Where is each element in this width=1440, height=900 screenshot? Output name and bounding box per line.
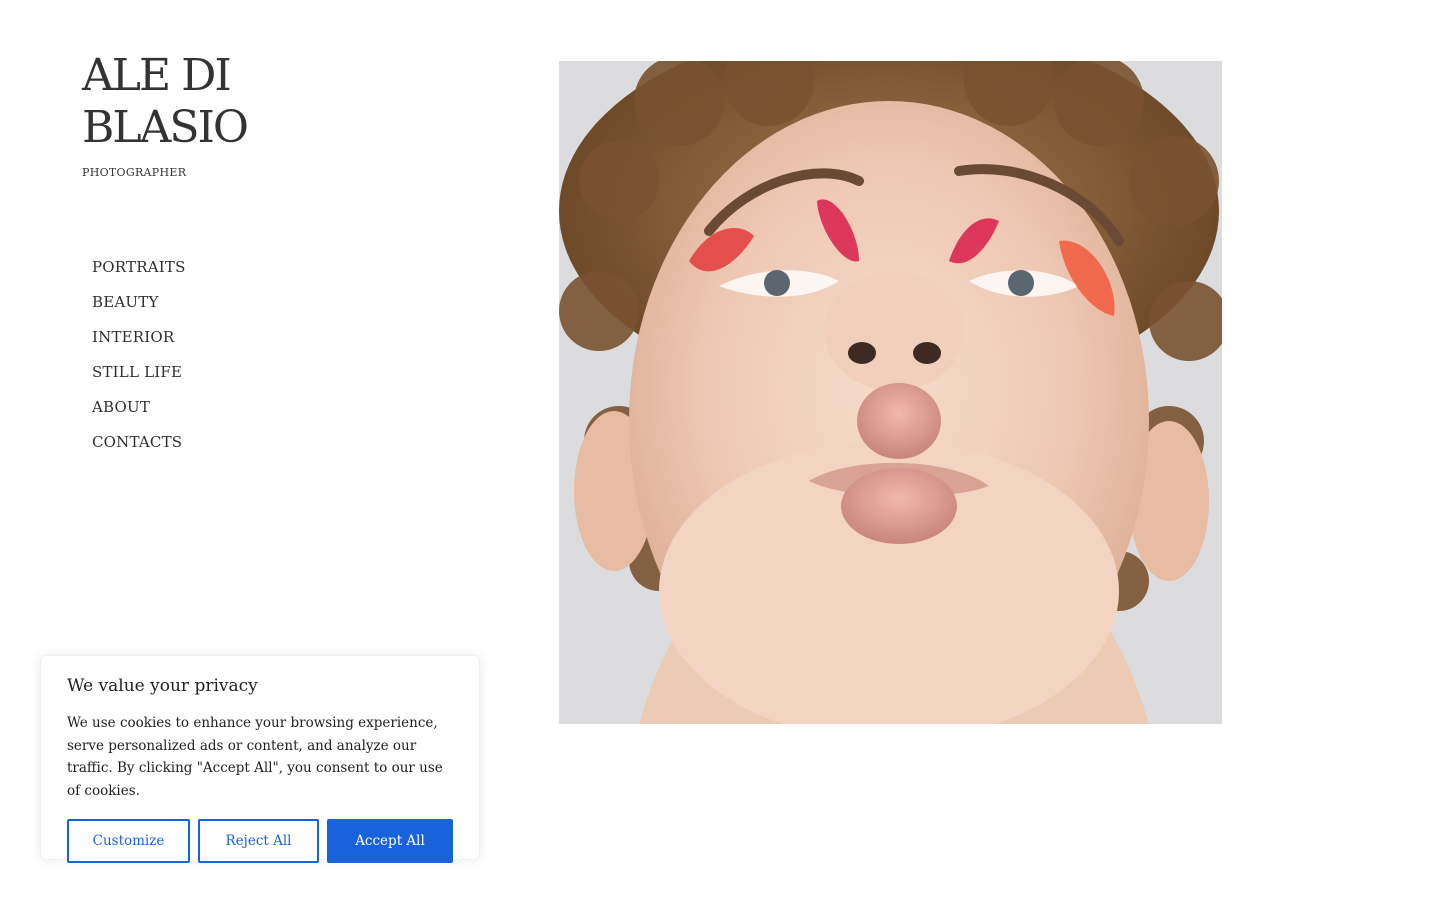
reject-all-button[interactable]: Reject All (198, 819, 319, 863)
customize-button[interactable]: Customize (67, 819, 190, 863)
brand-name-line1: ALE DI (82, 50, 232, 101)
cookie-button-row: Customize Reject All Accept All (67, 819, 453, 863)
cookie-banner-body: We use cookies to enhance your browsing … (67, 715, 443, 799)
nav-item-about[interactable]: ABOUT (92, 390, 186, 425)
nav-item-still-life[interactable]: STILL LIFE (92, 355, 186, 390)
nav-item-beauty[interactable]: BEAUTY (92, 285, 186, 320)
portrait-photo (559, 61, 1222, 724)
main-nav: PORTRAITS BEAUTY INTERIOR STILL LIFE ABO… (92, 250, 186, 460)
nav-item-interior[interactable]: INTERIOR (92, 320, 186, 355)
cookie-consent-banner: We value your privacy We use cookies to … (40, 655, 480, 863)
hero-portrait-image[interactable] (559, 61, 1222, 724)
cookie-banner-title: We value your privacy (67, 676, 258, 696)
accept-all-button[interactable]: Accept All (327, 819, 453, 863)
site-logo[interactable]: ALE DI BLASIO PHOTOGRAPHER (82, 50, 249, 179)
brand-name-line2: BLASIO (82, 102, 249, 153)
nav-item-portraits[interactable]: PORTRAITS (92, 250, 186, 285)
brand-name: ALE DI BLASIO (82, 50, 249, 154)
brand-tagline: PHOTOGRAPHER (82, 166, 187, 179)
nav-item-contacts[interactable]: CONTACTS (92, 425, 186, 460)
